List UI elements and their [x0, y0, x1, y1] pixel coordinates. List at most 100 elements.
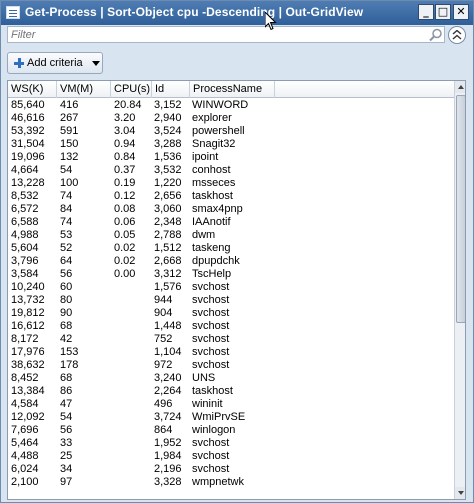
- table-row[interactable]: 6,588 74 0.06 2,348 IAAnotif: [8, 216, 454, 229]
- cell-processname: msseces: [192, 177, 236, 189]
- table-row[interactable]: 6,572 84 0.08 3,060 smax4pnp: [8, 203, 454, 216]
- table-row[interactable]: 31,504 150 0.94 3,288 Snagit32: [8, 138, 454, 151]
- scroll-up-icon[interactable]: [455, 81, 465, 93]
- filter-input[interactable]: [11, 28, 416, 41]
- table-row[interactable]: 5,464 33 1,952 svchost: [8, 437, 454, 450]
- table-row[interactable]: 6,024 34 2,196 svchost: [8, 463, 454, 476]
- column-header-processname[interactable]: ProcessName: [190, 81, 275, 98]
- cell-processname: wmpnetwk: [192, 476, 244, 488]
- cell-vm: 100: [60, 177, 79, 189]
- cell-ws: 53,392: [11, 125, 45, 137]
- cell-id: 2,668: [154, 255, 182, 267]
- table-row[interactable]: 5,604 52 0.02 1,512 taskeng: [8, 242, 454, 255]
- table-row[interactable]: 8,532 74 0.12 2,656 taskhost: [8, 190, 454, 203]
- cell-processname: taskhost: [192, 385, 233, 397]
- table-row[interactable]: 53,392 591 3.04 3,524 powershell: [8, 125, 454, 138]
- cell-vm: 90: [60, 307, 73, 319]
- cell-vm: 47: [60, 398, 73, 410]
- table-row[interactable]: 19,812 90 904 svchost: [8, 307, 454, 320]
- table-row[interactable]: 4,488 25 1,984 svchost: [8, 450, 454, 463]
- cell-vm: 150: [60, 138, 79, 150]
- cell-vm: 178: [60, 359, 79, 371]
- grid-view-window: Get-Process | Sort-Object cpu -Descendin…: [0, 0, 474, 503]
- table-row[interactable]: 4,988 53 0.05 2,788 dwm: [8, 229, 454, 242]
- table-row[interactable]: 85,640 416 20.84 3,152 WINWORD: [8, 99, 454, 112]
- cell-ws: 38,632: [11, 359, 45, 371]
- title-bar[interactable]: Get-Process | Sort-Object cpu -Descendin…: [1, 1, 473, 25]
- cell-vm: 54: [60, 411, 73, 423]
- filter-box[interactable]: [7, 26, 445, 43]
- cell-ws: 4,988: [11, 229, 39, 241]
- cell-vm: 86: [60, 385, 73, 397]
- cell-id: 2,656: [154, 190, 182, 202]
- cell-vm: 74: [60, 190, 73, 202]
- cell-vm: 74: [60, 216, 73, 228]
- cell-id: 904: [154, 307, 173, 319]
- cell-processname: Snagit32: [192, 138, 236, 150]
- cell-vm: 56: [60, 268, 73, 280]
- table-row[interactable]: 8,172 42 752 svchost: [8, 333, 454, 346]
- close-button[interactable]: ✕: [453, 4, 469, 20]
- cell-id: 864: [154, 424, 173, 436]
- cell-processname: UNS: [192, 372, 216, 384]
- cell-id: 2,264: [154, 385, 182, 397]
- table-row[interactable]: 16,612 68 1,448 svchost: [8, 320, 454, 333]
- cell-id: 1,952: [154, 437, 182, 449]
- table-row[interactable]: 38,632 178 972 svchost: [8, 359, 454, 372]
- cell-ws: 6,024: [11, 463, 39, 475]
- cell-vm: 80: [60, 294, 73, 306]
- cell-id: 944: [154, 294, 173, 306]
- cell-processname: TscHelp: [192, 268, 232, 280]
- cell-ws: 5,464: [11, 437, 39, 449]
- column-header-id[interactable]: Id: [152, 81, 190, 98]
- collapse-icon[interactable]: [448, 26, 466, 44]
- cell-processname: svchost: [192, 463, 230, 475]
- table-row[interactable]: 4,584 47 496 wininit: [8, 398, 454, 411]
- table-row[interactable]: 46,616 267 3.20 2,940 explorer: [8, 112, 454, 125]
- cell-id: 2,940: [154, 112, 182, 124]
- cell-processname: svchost: [192, 346, 230, 358]
- process-grid[interactable]: WS(K) VM(M) CPU(s) Id ProcessName 85,640…: [7, 80, 466, 500]
- column-header-vm[interactable]: VM(M): [57, 81, 111, 98]
- cell-processname: winlogon: [192, 424, 236, 436]
- cell-ws: 13,384: [11, 385, 45, 397]
- cell-ws: 4,584: [11, 398, 39, 410]
- table-row[interactable]: 13,384 86 2,264 taskhost: [8, 385, 454, 398]
- table-row[interactable]: 19,096 132 0.84 1,536 ipoint: [8, 151, 454, 164]
- scroll-thumb[interactable]: [456, 95, 465, 323]
- cell-id: 1,536: [154, 151, 182, 163]
- table-row[interactable]: 17,976 153 1,104 svchost: [8, 346, 454, 359]
- table-row[interactable]: 2,100 97 3,328 wmpnetwk: [8, 476, 454, 489]
- cell-processname: svchost: [192, 294, 230, 306]
- scroll-down-icon[interactable]: [455, 487, 465, 499]
- table-row[interactable]: 12,092 54 3,724 WmiPrvSE: [8, 411, 454, 424]
- vertical-scrollbar[interactable]: [454, 81, 465, 499]
- column-header-ws[interactable]: WS(K): [8, 81, 57, 98]
- cell-ws: 4,488: [11, 450, 39, 462]
- cell-vm: 64: [60, 255, 73, 267]
- minimize-button[interactable]: _: [418, 4, 434, 20]
- table-row[interactable]: 3,584 56 0.00 3,312 TscHelp: [8, 268, 454, 281]
- cell-ws: 3,796: [11, 255, 39, 267]
- column-header-cpu[interactable]: CPU(s): [111, 81, 152, 98]
- cell-vm: 53: [60, 229, 73, 241]
- table-row[interactable]: 4,664 54 0.37 3,532 conhost: [8, 164, 454, 177]
- table-row[interactable]: 13,732 80 944 svchost: [8, 294, 454, 307]
- cell-vm: 60: [60, 281, 73, 293]
- cell-vm: 25: [60, 450, 73, 462]
- search-icon[interactable]: [429, 28, 443, 42]
- table-row[interactable]: 8,452 68 3,240 UNS: [8, 372, 454, 385]
- add-criteria-button[interactable]: Add criteria: [7, 52, 103, 74]
- cell-vm: 68: [60, 320, 73, 332]
- maximize-button[interactable]: □: [435, 4, 451, 20]
- cell-ws: 3,584: [11, 268, 39, 280]
- table-row[interactable]: 3,796 64 0.02 2,668 dpupdchk: [8, 255, 454, 268]
- cell-processname: taskeng: [192, 242, 231, 254]
- cell-vm: 416: [60, 99, 79, 111]
- table-row[interactable]: 13,228 100 0.19 1,220 msseces: [8, 177, 454, 190]
- table-row[interactable]: 10,240 60 1,576 svchost: [8, 281, 454, 294]
- dropdown-caret-icon: [92, 61, 100, 66]
- cell-processname: svchost: [192, 359, 230, 371]
- table-row[interactable]: 7,696 56 864 winlogon: [8, 424, 454, 437]
- cell-id: 3,060: [154, 203, 182, 215]
